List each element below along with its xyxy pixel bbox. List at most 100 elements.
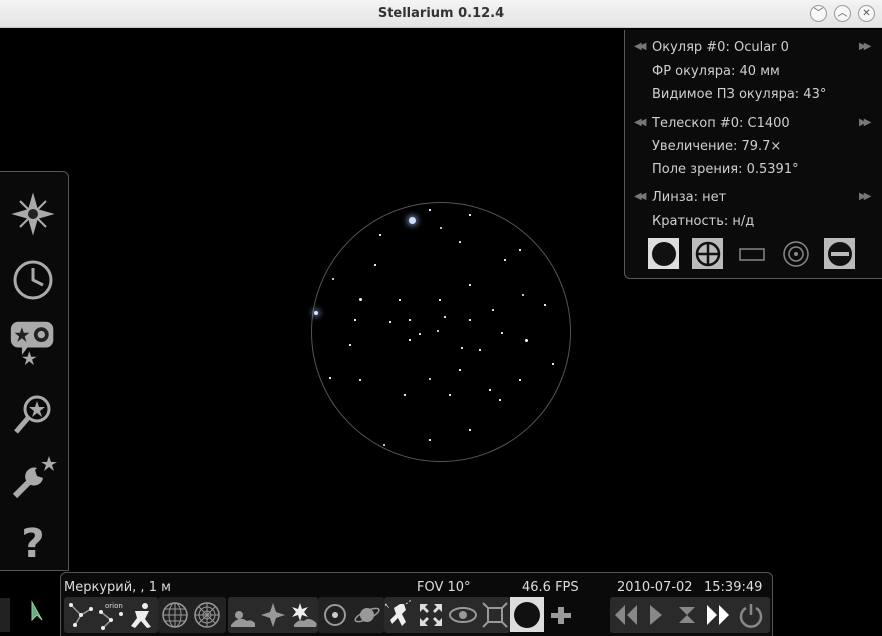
- star: [409, 339, 411, 341]
- sky-viewing-options-icon[interactable]: [9, 318, 57, 366]
- ocular-name: Окуляр #0: Ocular 0: [652, 40, 789, 55]
- sensor-frame-icon[interactable]: [736, 238, 767, 269]
- help-icon[interactable]: ?: [9, 520, 57, 568]
- nebulas-icon[interactable]: [320, 599, 350, 631]
- azimuthal-grid-icon[interactable]: [192, 599, 222, 631]
- next-telescope-icon[interactable]: ▶▶: [859, 117, 872, 128]
- atmosphere-icon[interactable]: [288, 599, 318, 631]
- configuration-icon[interactable]: [9, 454, 57, 502]
- star: [379, 234, 381, 236]
- lens-multiplicity: Кратность: н/д: [652, 214, 755, 229]
- star: [469, 429, 471, 431]
- star: [459, 369, 461, 371]
- bottom-bar-handle[interactable]: [0, 598, 10, 632]
- star: [522, 294, 524, 296]
- ocular-focal-length: ФР окуляра: 40 мм: [652, 64, 780, 79]
- time-status: 15:39:49: [704, 580, 763, 595]
- star: [389, 321, 391, 323]
- ocular-icon[interactable]: [510, 597, 544, 632]
- ocular-config-icon[interactable]: [824, 238, 855, 269]
- star: [329, 377, 331, 379]
- constellation-art-icon[interactable]: [126, 599, 156, 631]
- ground-icon[interactable]: [228, 599, 258, 631]
- ocular-field-of-view[interactable]: [311, 202, 571, 462]
- constellation-labels-icon[interactable]: orion: [96, 599, 126, 631]
- star: [383, 444, 385, 446]
- fps-status: 46.6 FPS: [522, 580, 579, 595]
- star: [359, 379, 361, 381]
- star: [459, 241, 461, 243]
- search-icon[interactable]: [9, 390, 57, 438]
- maximize-button[interactable]: ︿: [834, 5, 851, 22]
- star: [444, 316, 446, 318]
- full-screen-icon[interactable]: [416, 599, 446, 631]
- star: [544, 304, 546, 306]
- prev-telescope-icon[interactable]: ◀◀: [634, 117, 647, 128]
- star: [409, 319, 411, 321]
- quit-icon[interactable]: [736, 599, 766, 631]
- center-object-icon[interactable]: [480, 599, 510, 631]
- svg-text:↖: ↖: [384, 602, 390, 610]
- star: [519, 379, 521, 381]
- date-time-icon[interactable]: [9, 256, 57, 304]
- star: [492, 309, 494, 311]
- star: [358, 297, 362, 301]
- star: [408, 216, 416, 224]
- crosshair-icon[interactable]: [692, 238, 723, 269]
- sky-location-icon[interactable]: [9, 190, 57, 238]
- planet-labels-icon[interactable]: [352, 599, 382, 631]
- star: [461, 347, 463, 349]
- close-button[interactable]: ✕: [858, 5, 875, 22]
- star: [429, 439, 431, 441]
- satellites-icon[interactable]: ↖: [384, 599, 414, 631]
- fov-status: FOV 10°: [417, 580, 471, 595]
- telescope-name: Телескоп #0: C1400: [652, 116, 790, 131]
- magnification: Увеличение: 79.7×: [652, 139, 782, 154]
- cursor-arrow-icon: [30, 600, 44, 626]
- telrad-icon[interactable]: [780, 238, 811, 269]
- star: [469, 284, 471, 286]
- star: [469, 319, 471, 321]
- star: [349, 344, 351, 346]
- night-mode-icon[interactable]: [448, 599, 478, 631]
- oculars-info-panel: ◀◀ Окуляр #0: Ocular 0 ▶▶ ФР окуляра: 40…: [624, 30, 882, 279]
- star: [399, 299, 401, 301]
- telescope-control-icon[interactable]: [546, 599, 576, 631]
- decrease-time-speed-icon[interactable]: [610, 599, 640, 631]
- star: [499, 399, 501, 401]
- star: [429, 209, 431, 211]
- star: [419, 333, 421, 335]
- window-title: Stellarium 0.12.4: [377, 6, 505, 21]
- star: [504, 259, 506, 261]
- star: [489, 389, 491, 391]
- next-ocular-icon[interactable]: ▶▶: [859, 41, 872, 52]
- star: [519, 249, 521, 251]
- minimize-button[interactable]: ﹀: [810, 5, 827, 22]
- star: [354, 319, 356, 321]
- star: [439, 299, 441, 301]
- star: [449, 394, 451, 396]
- date-status: 2010-07-02: [617, 580, 693, 595]
- prev-lens-icon[interactable]: ◀◀: [634, 191, 647, 202]
- cardinal-points-icon[interactable]: [258, 599, 288, 631]
- constellation-lines-icon[interactable]: [66, 599, 96, 631]
- location-status: Меркурий, , 1 м: [64, 580, 171, 595]
- star: [469, 214, 471, 216]
- field-of-view: Поле зрения: 0.5391°: [652, 162, 799, 177]
- star: [552, 363, 554, 365]
- increase-time-speed-icon[interactable]: [704, 599, 734, 631]
- prev-ocular-icon[interactable]: ◀◀: [634, 41, 647, 52]
- lens-name: Линза: нет: [652, 190, 727, 205]
- real-time-speed-icon[interactable]: [640, 599, 670, 631]
- star: [314, 311, 318, 315]
- window-titlebar: Stellarium 0.12.4 ﹀ ︿ ✕: [0, 0, 882, 28]
- left-toolbar: ?: [0, 171, 69, 571]
- star: [501, 332, 503, 334]
- set-now-icon[interactable]: [672, 599, 702, 631]
- svg-text:orion: orion: [105, 602, 123, 610]
- star: [374, 264, 376, 266]
- next-lens-icon[interactable]: ▶▶: [859, 191, 872, 202]
- equatorial-grid-icon[interactable]: [160, 599, 190, 631]
- star: [404, 394, 406, 396]
- ocular-view-icon[interactable]: [648, 238, 679, 269]
